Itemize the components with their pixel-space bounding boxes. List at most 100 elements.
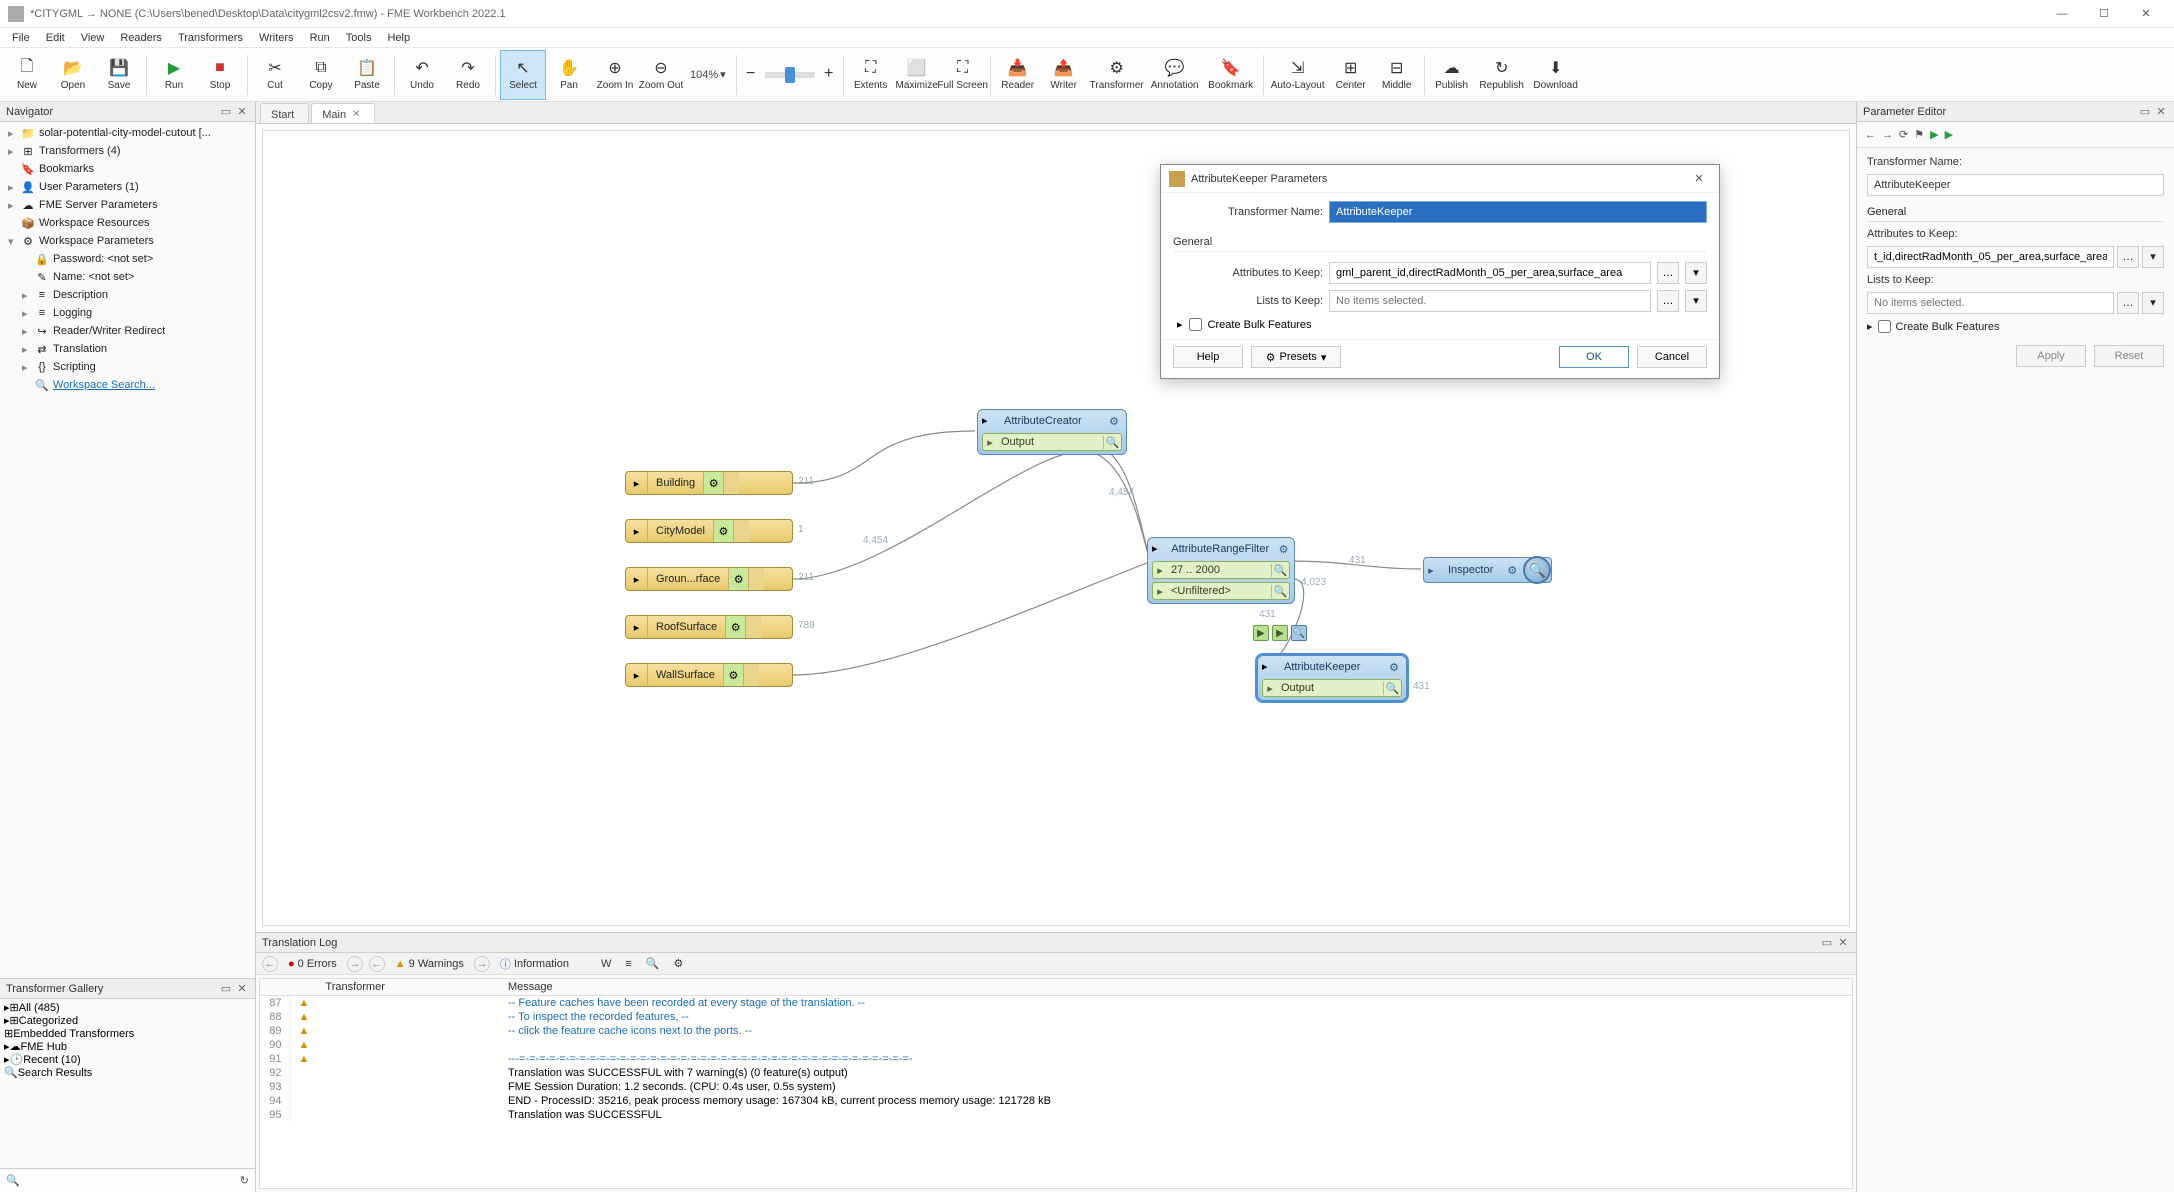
dropdown-button[interactable]: ▾	[1685, 262, 1707, 284]
reader-expand-icon[interactable]: ▸	[626, 664, 648, 686]
tool-annotation[interactable]: 💬Annotation	[1147, 50, 1203, 100]
gear-icon[interactable]: ⚙	[713, 520, 733, 542]
ok-button[interactable]: OK	[1559, 346, 1629, 368]
gear-icon[interactable]: ⚙	[1106, 413, 1122, 429]
input-port[interactable]: ▸	[1262, 660, 1276, 674]
tree-twisty-icon[interactable]: ▸	[22, 325, 34, 338]
transformer-attributecreator[interactable]: ▸AttributeCreator⚙ ▸Output🔍	[977, 409, 1127, 455]
reader-port[interactable]	[723, 472, 739, 494]
menu-help[interactable]: Help	[379, 30, 418, 46]
menu-run[interactable]: Run	[302, 30, 338, 46]
log-row[interactable]: 93FME Session Duration: 1.2 seconds. (CP…	[260, 1080, 1852, 1094]
run-from-icon[interactable]: ▶	[1253, 625, 1269, 641]
nav-item[interactable]: ✎Name: <not set>	[4, 268, 251, 286]
nav-item[interactable]: ▸⇄Translation	[4, 340, 251, 358]
panel-close-button[interactable]: ✕	[235, 105, 249, 119]
dropdown-button[interactable]: ▾	[1685, 290, 1707, 312]
log-row[interactable]: 95Translation was SUCCESSFUL	[260, 1108, 1852, 1122]
apply-button[interactable]: Apply	[2016, 345, 2086, 367]
ellipsis-button[interactable]: …	[2117, 292, 2139, 314]
dropdown-button[interactable]: ▾	[2142, 246, 2164, 268]
reader-expand-icon[interactable]: ▸	[626, 472, 648, 494]
tool-new[interactable]: 🗋New	[4, 50, 50, 100]
tool-reader[interactable]: 📥Reader	[995, 50, 1041, 100]
prev-error-button[interactable]: ←	[262, 956, 278, 972]
tab-start[interactable]: Start	[260, 103, 309, 123]
tree-twisty-icon[interactable]: ▸	[8, 199, 20, 212]
run-from-icon[interactable]: ▶	[1930, 128, 1938, 141]
magnifier-icon[interactable]: 🔍	[1523, 556, 1551, 584]
prev-warn-button[interactable]: ←	[369, 956, 385, 972]
panel-undock-button[interactable]: ▭	[219, 982, 233, 996]
reader-port[interactable]	[743, 664, 759, 686]
tool-slider-left[interactable]: −	[741, 50, 761, 100]
tree-twisty-icon[interactable]: ▸	[8, 145, 20, 158]
menu-file[interactable]: File	[4, 30, 38, 46]
next-error-button[interactable]: →	[347, 956, 363, 972]
gallery-item[interactable]: ▸⊞Categorized	[4, 1014, 251, 1027]
nav-item[interactable]: ▾⚙Workspace Parameters	[4, 232, 251, 250]
cache-icon[interactable]: 🔍	[1103, 436, 1121, 449]
tree-twisty-icon[interactable]: ▸	[22, 343, 34, 356]
log-body[interactable]: TransformerMessage 87▲-- Feature caches …	[259, 978, 1853, 1189]
ellipsis-button[interactable]: …	[1657, 262, 1679, 284]
tool-center[interactable]: ⊞Center	[1328, 50, 1374, 100]
gear-icon[interactable]: ⚙	[728, 568, 748, 590]
dropdown-button[interactable]: ▾	[2142, 292, 2164, 314]
gallery-item[interactable]: ▸☁FME Hub	[4, 1040, 251, 1053]
reader-port[interactable]	[745, 616, 761, 638]
log-row[interactable]: 88▲-- To inspect the recorded features, …	[260, 1010, 1852, 1024]
bulk-features-checkbox[interactable]	[1878, 320, 1891, 333]
menu-transformers[interactable]: Transformers	[170, 30, 251, 46]
log-tool-settings[interactable]: ⚙	[669, 956, 687, 971]
tool-undo[interactable]: ↶Undo	[399, 50, 445, 100]
log-row[interactable]: 87▲-- Feature caches have been recorded …	[260, 996, 1852, 1011]
gear-icon[interactable]: ⚙	[723, 664, 743, 686]
log-row[interactable]: 92Translation was SUCCESSFUL with 7 warn…	[260, 1066, 1852, 1080]
gear-icon[interactable]: ⚙	[703, 472, 723, 494]
nav-item[interactable]: ▸≡Logging	[4, 304, 251, 322]
warnings-filter[interactable]: ▲9 Warnings	[391, 957, 468, 971]
gallery-item[interactable]: ▸🕑Recent (10)	[4, 1053, 251, 1066]
reader-port[interactable]	[748, 568, 764, 590]
reader-expand-icon[interactable]: ▸	[626, 616, 648, 638]
ellipsis-button[interactable]: …	[2117, 246, 2139, 268]
tree-twisty-icon[interactable]: ▸	[22, 307, 34, 320]
reader-port[interactable]	[733, 520, 749, 542]
panel-close-button[interactable]: ✕	[235, 982, 249, 996]
transformer-attributekeeper[interactable]: ▸AttributeKeeper⚙ ▸Output🔍	[1257, 655, 1407, 701]
tool-save[interactable]: 💾Save	[96, 50, 142, 100]
run-to-icon[interactable]: ▶	[1945, 128, 1953, 141]
gallery-tree[interactable]: ▸⊞All (485)▸⊞Categorized⊞Embedded Transf…	[0, 999, 255, 1168]
panel-undock-button[interactable]: ▭	[219, 105, 233, 119]
log-row[interactable]: 90▲	[260, 1038, 1852, 1052]
reader-building[interactable]: ▸ Building ⚙ 211	[625, 471, 793, 495]
output-port[interactable]: ▸Output🔍	[982, 433, 1122, 451]
menu-readers[interactable]: Readers	[112, 30, 170, 46]
tool-middle[interactable]: ⊟Middle	[1374, 50, 1420, 100]
menu-view[interactable]: View	[73, 30, 113, 46]
tool-autolayout[interactable]: ⇲Auto-Layout	[1268, 50, 1328, 100]
dialog-name-input[interactable]	[1329, 201, 1707, 223]
tool-transformer[interactable]: ⚙Transformer	[1087, 50, 1147, 100]
tool-pan[interactable]: ✋Pan	[546, 50, 592, 100]
log-tool-list[interactable]: ≡	[621, 957, 635, 971]
back-icon[interactable]: ←	[1865, 129, 1876, 141]
tool-maximize[interactable]: ⬜Maximize	[894, 50, 940, 100]
nav-item[interactable]: ▸☁FME Server Parameters	[4, 196, 251, 214]
log-tool-word[interactable]: W	[597, 957, 615, 971]
output-port[interactable]: ▸Output🔍	[1262, 679, 1402, 697]
output-port-unfiltered[interactable]: ▸<Unfiltered>🔍	[1152, 582, 1290, 600]
panel-undock-button[interactable]: ▭	[2138, 105, 2152, 119]
slider-thumb[interactable]	[785, 67, 795, 83]
output-port-range[interactable]: ▸27 .. 2000🔍	[1152, 561, 1290, 579]
expand-icon[interactable]: ▸	[1867, 320, 1873, 333]
zoom-slider[interactable]	[765, 72, 815, 78]
tab-main[interactable]: Main✕	[311, 103, 375, 123]
reader-roofsurface[interactable]: ▸ RoofSurface ⚙ 789	[625, 615, 793, 639]
tree-twisty-icon[interactable]: ▸	[8, 127, 20, 140]
log-tool-search[interactable]: 🔍	[642, 956, 664, 971]
tool-publish[interactable]: ☁Publish	[1429, 50, 1475, 100]
dialog-attrs-input[interactable]	[1329, 262, 1651, 284]
tool-writer[interactable]: 📤Writer	[1041, 50, 1087, 100]
